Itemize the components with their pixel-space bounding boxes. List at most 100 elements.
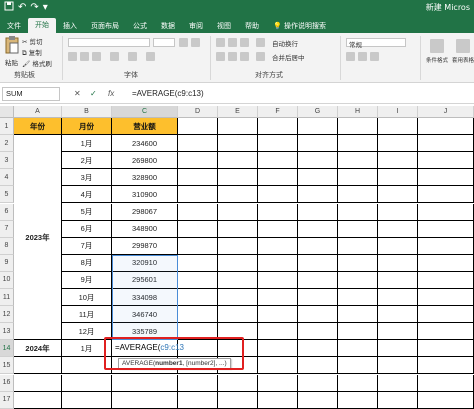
- format-painter-button[interactable]: 🖌 格式刷: [22, 58, 52, 68]
- grid-cell[interactable]: [418, 340, 474, 358]
- grid-cell[interactable]: [338, 323, 378, 341]
- increase-font-icon[interactable]: [179, 38, 188, 47]
- grid-cell[interactable]: [178, 289, 218, 307]
- year-cell-2024[interactable]: 2024年: [14, 340, 62, 358]
- table-format-label[interactable]: 套用表格格式: [452, 56, 474, 64]
- tab-data[interactable]: 数据: [154, 19, 182, 33]
- row-header-5[interactable]: 5: [0, 186, 14, 204]
- tab-help[interactable]: 帮助: [238, 19, 266, 33]
- grid-cell[interactable]: [218, 237, 258, 255]
- qat-more-icon[interactable]: ▾: [43, 2, 48, 14]
- conditional-format-icon[interactable]: [430, 39, 444, 53]
- grid-cell[interactable]: [258, 254, 298, 272]
- row-header-13[interactable]: 13: [0, 323, 14, 341]
- grid-cell[interactable]: [178, 237, 218, 255]
- column-header-e[interactable]: E: [218, 106, 258, 118]
- fill-color-icon[interactable]: [128, 52, 137, 61]
- grid-cell[interactable]: [178, 203, 218, 221]
- grid-cell[interactable]: [298, 391, 338, 409]
- grid-cell[interactable]: [418, 220, 474, 238]
- wrap-text-button[interactable]: 自动换行: [272, 38, 298, 48]
- grid-cell[interactable]: [418, 135, 474, 153]
- cut-button[interactable]: ✂ 剪切: [22, 36, 43, 46]
- grid-cell[interactable]: [338, 186, 378, 204]
- grid-cell[interactable]: [298, 357, 338, 375]
- grid-cell[interactable]: [418, 391, 474, 409]
- table-row-value[interactable]: 328900: [112, 169, 178, 187]
- grid-cell[interactable]: [218, 118, 258, 136]
- grid-cell[interactable]: [298, 254, 338, 272]
- grid-cell[interactable]: [338, 289, 378, 307]
- table-row-month[interactable]: 1月: [62, 135, 112, 153]
- row-header-4[interactable]: 4: [0, 169, 14, 187]
- grid-cell[interactable]: [418, 374, 474, 392]
- grid-cell[interactable]: [418, 323, 474, 341]
- grid-cell[interactable]: [218, 271, 258, 289]
- merge-center-button[interactable]: 合并后居中: [272, 52, 305, 62]
- bold-icon[interactable]: [68, 52, 77, 61]
- align-bottom-icon[interactable]: [240, 38, 249, 47]
- grid-cell[interactable]: [298, 118, 338, 136]
- grid-cell[interactable]: [418, 306, 474, 324]
- row-header-17[interactable]: 17: [0, 391, 14, 409]
- table-row-value[interactable]: 234600: [112, 135, 178, 153]
- decrease-font-icon[interactable]: [191, 38, 200, 47]
- grid-cell[interactable]: [62, 391, 112, 409]
- column-header-f[interactable]: F: [258, 106, 298, 118]
- grid-cell[interactable]: [418, 186, 474, 204]
- grid-cell[interactable]: [378, 254, 418, 272]
- year-cell-2023[interactable]: 2023年: [14, 135, 62, 341]
- grid-cell[interactable]: [378, 169, 418, 187]
- grid-cell[interactable]: [298, 306, 338, 324]
- grid-cell[interactable]: [178, 152, 218, 170]
- table-row-month[interactable]: 4月: [62, 186, 112, 204]
- tab-view[interactable]: 视图: [210, 19, 238, 33]
- grid-cell[interactable]: [298, 169, 338, 187]
- copy-button[interactable]: ⧉ 复制: [22, 47, 42, 58]
- grid-cell[interactable]: [218, 220, 258, 238]
- grid-cell[interactable]: [338, 237, 378, 255]
- grid-cell[interactable]: [378, 152, 418, 170]
- select-all-corner[interactable]: [0, 106, 14, 118]
- table-row-value[interactable]: 348900: [112, 220, 178, 238]
- align-middle-icon[interactable]: [228, 38, 237, 47]
- grid-cell[interactable]: [378, 391, 418, 409]
- grid-cell[interactable]: [298, 220, 338, 238]
- grid-cell[interactable]: [378, 323, 418, 341]
- grid-cell[interactable]: [298, 271, 338, 289]
- align-top-icon[interactable]: [216, 38, 225, 47]
- grid-cell[interactable]: [14, 391, 62, 409]
- table-header-cell[interactable]: 年份: [14, 118, 62, 136]
- table-row-value[interactable]: 310900: [112, 186, 178, 204]
- grid-cell[interactable]: [338, 152, 378, 170]
- grid-cell[interactable]: [178, 169, 218, 187]
- column-header-c[interactable]: C: [112, 106, 178, 118]
- border-icon[interactable]: [110, 52, 119, 61]
- tab-insert[interactable]: 插入: [56, 19, 84, 33]
- fx-icon[interactable]: fx: [108, 88, 114, 100]
- table-header-cell[interactable]: 月份: [62, 118, 112, 136]
- column-header-d[interactable]: D: [178, 106, 218, 118]
- grid-cell[interactable]: [258, 391, 298, 409]
- grid-cell[interactable]: [178, 391, 218, 409]
- grid-cell[interactable]: [218, 135, 258, 153]
- save-icon[interactable]: [4, 1, 14, 15]
- grid-cell[interactable]: [338, 254, 378, 272]
- grid-cell[interactable]: [338, 357, 378, 375]
- grid-cell[interactable]: [418, 357, 474, 375]
- percent-icon[interactable]: [358, 52, 367, 61]
- grid-cell[interactable]: [338, 118, 378, 136]
- row-header-1[interactable]: 1: [0, 118, 14, 136]
- underline-icon[interactable]: [92, 52, 101, 61]
- table-row-month[interactable]: 5月: [62, 203, 112, 221]
- grid-cell[interactable]: [218, 186, 258, 204]
- grid-cell[interactable]: [418, 203, 474, 221]
- grid-cell[interactable]: [418, 237, 474, 255]
- grid-cell[interactable]: [178, 271, 218, 289]
- row-header-16[interactable]: 16: [0, 374, 14, 392]
- table-row-month[interactable]: 3月: [62, 169, 112, 187]
- conditional-format-label[interactable]: 条件格式: [426, 56, 448, 64]
- row-header-7[interactable]: 7: [0, 220, 14, 238]
- table-row-month[interactable]: 8月: [62, 254, 112, 272]
- tab-formulas[interactable]: 公式: [126, 19, 154, 33]
